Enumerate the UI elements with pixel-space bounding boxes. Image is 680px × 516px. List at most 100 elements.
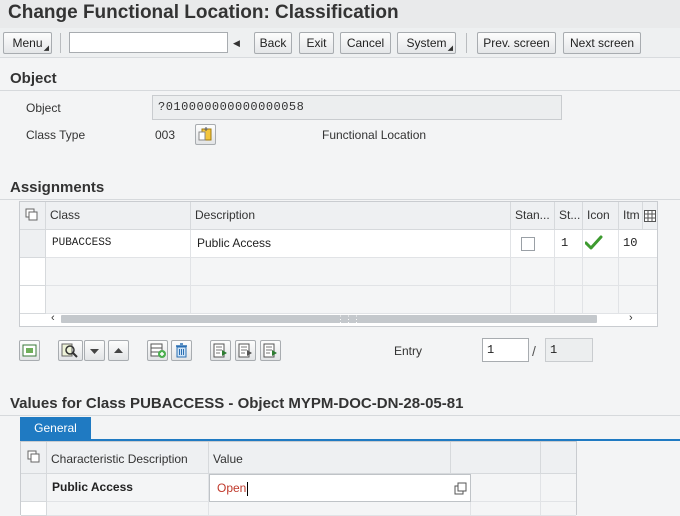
trash-icon <box>176 343 187 358</box>
assignments-section-title: Assignments <box>10 179 105 196</box>
menu-button[interactable]: Menu ◢ <box>3 32 52 54</box>
cell-item[interactable]: 10 <box>619 230 657 258</box>
cell-icon <box>583 230 619 258</box>
column-header-item[interactable]: Itm <box>619 202 643 230</box>
document-button-1[interactable] <box>210 340 231 361</box>
characteristics-table: Characteristic Description Value Public … <box>20 441 577 516</box>
object-field[interactable]: ?010000000000000058 <box>152 95 562 120</box>
cancel-button[interactable]: Cancel <box>340 32 391 54</box>
tab-general[interactable]: General <box>20 417 91 440</box>
row-selector[interactable] <box>20 258 46 286</box>
empty-cell <box>541 502 576 516</box>
cell-standard[interactable] <box>511 230 555 258</box>
insert-row-button[interactable] <box>147 340 168 361</box>
empty-cell[interactable] <box>619 258 657 286</box>
find-button[interactable] <box>58 340 83 361</box>
empty-cell[interactable] <box>46 258 191 286</box>
cell-description[interactable]: Public Access <box>191 230 511 258</box>
collapse-button[interactable] <box>108 340 129 361</box>
dropdown-corner-icon: ◢ <box>447 45 453 52</box>
menu-button-label: Menu <box>12 36 43 50</box>
class-type-value: 003 <box>155 128 176 142</box>
empty-cell <box>471 502 541 516</box>
table-settings-icon[interactable] <box>20 202 46 230</box>
scrollbar-thumb[interactable]: ⋮⋮⋮ <box>61 314 597 324</box>
value-input[interactable]: Open <box>209 474 471 502</box>
empty-cell <box>541 474 576 502</box>
document-button-3[interactable] <box>260 340 281 361</box>
document-arrow-icon <box>238 343 252 358</box>
scroll-right-icon[interactable]: › <box>629 312 633 324</box>
empty-cell[interactable] <box>583 286 619 314</box>
empty-cell[interactable] <box>209 502 471 516</box>
empty-cell[interactable] <box>555 286 583 314</box>
assignments-table: Class Description Stan... St... Icon Itm… <box>19 201 658 327</box>
column-header-standard[interactable]: Stan... <box>511 202 555 230</box>
search-icon <box>61 343 78 358</box>
next-screen-button[interactable]: Next screen <box>563 32 641 54</box>
toolbar-separator <box>60 33 61 53</box>
cell-class[interactable]: PUBACCESS <box>46 230 191 258</box>
column-header-value[interactable]: Value <box>209 442 451 474</box>
empty-cell[interactable] <box>555 258 583 286</box>
empty-cell[interactable] <box>619 286 657 314</box>
standard-checkbox[interactable] <box>521 237 535 251</box>
value-help-icon[interactable] <box>454 482 467 495</box>
document-arrow-icon <box>263 343 277 358</box>
column-header-status[interactable]: St... <box>555 202 583 230</box>
system-button-label: System <box>406 36 447 50</box>
cell-characteristic: Public Access <box>47 474 209 502</box>
value-help-icon <box>198 127 212 141</box>
dropdown-corner-icon: ◢ <box>43 45 49 52</box>
entry-current-field[interactable]: 1 <box>482 338 529 362</box>
column-header-characteristic[interactable]: Characteristic Description <box>47 442 209 474</box>
chevron-down-icon <box>90 349 99 354</box>
row-selector[interactable] <box>21 502 47 516</box>
exit-button[interactable]: Exit <box>299 32 334 54</box>
horizontal-scrollbar[interactable]: ‹ ⋮⋮⋮ › <box>45 312 641 325</box>
checkmark-icon <box>585 235 603 250</box>
prev-screen-button[interactable]: Prev. screen <box>477 32 556 54</box>
empty-cell[interactable] <box>47 502 209 516</box>
text-cursor <box>247 481 249 496</box>
values-section-title: Values for Class PUBACCESS - Object MYPM… <box>10 395 464 412</box>
scroll-left-icon[interactable]: ‹ <box>51 312 55 324</box>
empty-cell[interactable] <box>511 286 555 314</box>
empty-cell[interactable] <box>583 258 619 286</box>
divider <box>0 415 680 416</box>
column-config-icon[interactable] <box>643 202 657 230</box>
document-arrow-icon <box>213 343 227 358</box>
back-button[interactable]: Back <box>254 32 292 54</box>
row-selector[interactable] <box>20 286 46 314</box>
select-all-icon <box>25 208 38 221</box>
class-type-text: Functional Location <box>322 128 427 142</box>
empty-cell[interactable] <box>191 258 511 286</box>
details-button[interactable] <box>19 340 40 361</box>
entry-separator: / <box>532 343 536 359</box>
command-history-arrow-icon[interactable]: ◀ <box>233 33 240 53</box>
column-header-empty <box>451 442 541 474</box>
divider <box>0 199 680 200</box>
scrollbar-grip-icon: ⋮⋮⋮ <box>336 314 361 324</box>
toolbar-separator <box>466 33 467 53</box>
empty-cell <box>471 474 541 502</box>
object-label: Object <box>26 101 61 115</box>
column-header-description[interactable]: Description <box>191 202 511 230</box>
command-field[interactable] <box>69 32 228 53</box>
delete-row-button[interactable] <box>171 340 192 361</box>
system-button[interactable]: System ◢ <box>397 32 456 54</box>
class-type-help-button[interactable] <box>195 124 216 145</box>
find-dropdown-button[interactable] <box>84 340 105 361</box>
row-selector[interactable] <box>20 230 46 258</box>
column-header-icon[interactable]: Icon <box>583 202 619 230</box>
table-settings-icon[interactable] <box>21 442 47 474</box>
column-header-class[interactable]: Class <box>46 202 191 230</box>
page-title: Change Functional Location: Classificati… <box>8 2 399 23</box>
cell-status[interactable]: 1 <box>555 230 583 258</box>
empty-cell[interactable] <box>46 286 191 314</box>
details-icon <box>22 344 37 357</box>
document-button-2[interactable] <box>235 340 256 361</box>
row-selector[interactable] <box>21 474 47 502</box>
empty-cell[interactable] <box>191 286 511 314</box>
empty-cell[interactable] <box>511 258 555 286</box>
